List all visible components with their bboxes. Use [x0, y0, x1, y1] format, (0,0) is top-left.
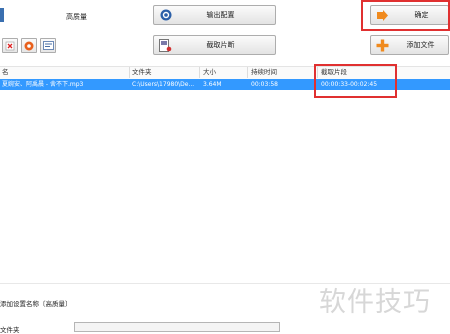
add-file-label: 添加文件 [406, 41, 435, 49]
column-header-folder[interactable]: 文件夹 [132, 67, 152, 78]
add-file-button[interactable]: 添加文件 [370, 35, 449, 55]
column-header-duration[interactable]: 持续时间 [251, 67, 277, 78]
film-cut-icon [159, 39, 172, 52]
cut-clip-label: 截取片断 [206, 41, 235, 49]
output-config-button[interactable]: 输出配置 [153, 5, 276, 25]
info-button[interactable] [40, 38, 56, 53]
cell-name: 夏婉安、阿禹晨 - 舍不下.mp3 [2, 81, 84, 88]
confirm-highlight-frame [361, 0, 450, 31]
play-icon [24, 41, 34, 50]
column-divider[interactable] [129, 67, 130, 78]
preset-name-label: 添加设置名称〔高质量〕 [0, 300, 72, 308]
info-card-icon [42, 41, 54, 50]
plus-icon [376, 39, 389, 52]
cut-clip-button[interactable]: 截取片断 [153, 35, 276, 55]
delete-icon [5, 41, 15, 50]
cell-duration: 00:03:58 [251, 81, 278, 88]
output-config-icon [160, 9, 172, 21]
cell-size: 3.64M [203, 81, 222, 88]
folder-label: 文件夹 [0, 326, 20, 334]
column-divider[interactable] [199, 67, 200, 78]
watermark: 软件技巧 [319, 287, 431, 318]
output-config-label: 输出配置 [206, 11, 235, 19]
cell-folder: C:\Users\17980\De... [132, 81, 195, 88]
folder-path-field[interactable] [74, 322, 280, 332]
clip-highlight-frame [314, 64, 397, 98]
column-header-name[interactable]: 名 [2, 67, 9, 78]
delete-button[interactable] [2, 38, 18, 53]
column-header-size[interactable]: 大小 [203, 67, 216, 78]
quality-label: 高质量 [66, 13, 87, 21]
play-button[interactable] [21, 38, 37, 53]
profile-icon [0, 8, 4, 22]
column-divider[interactable] [247, 67, 248, 78]
